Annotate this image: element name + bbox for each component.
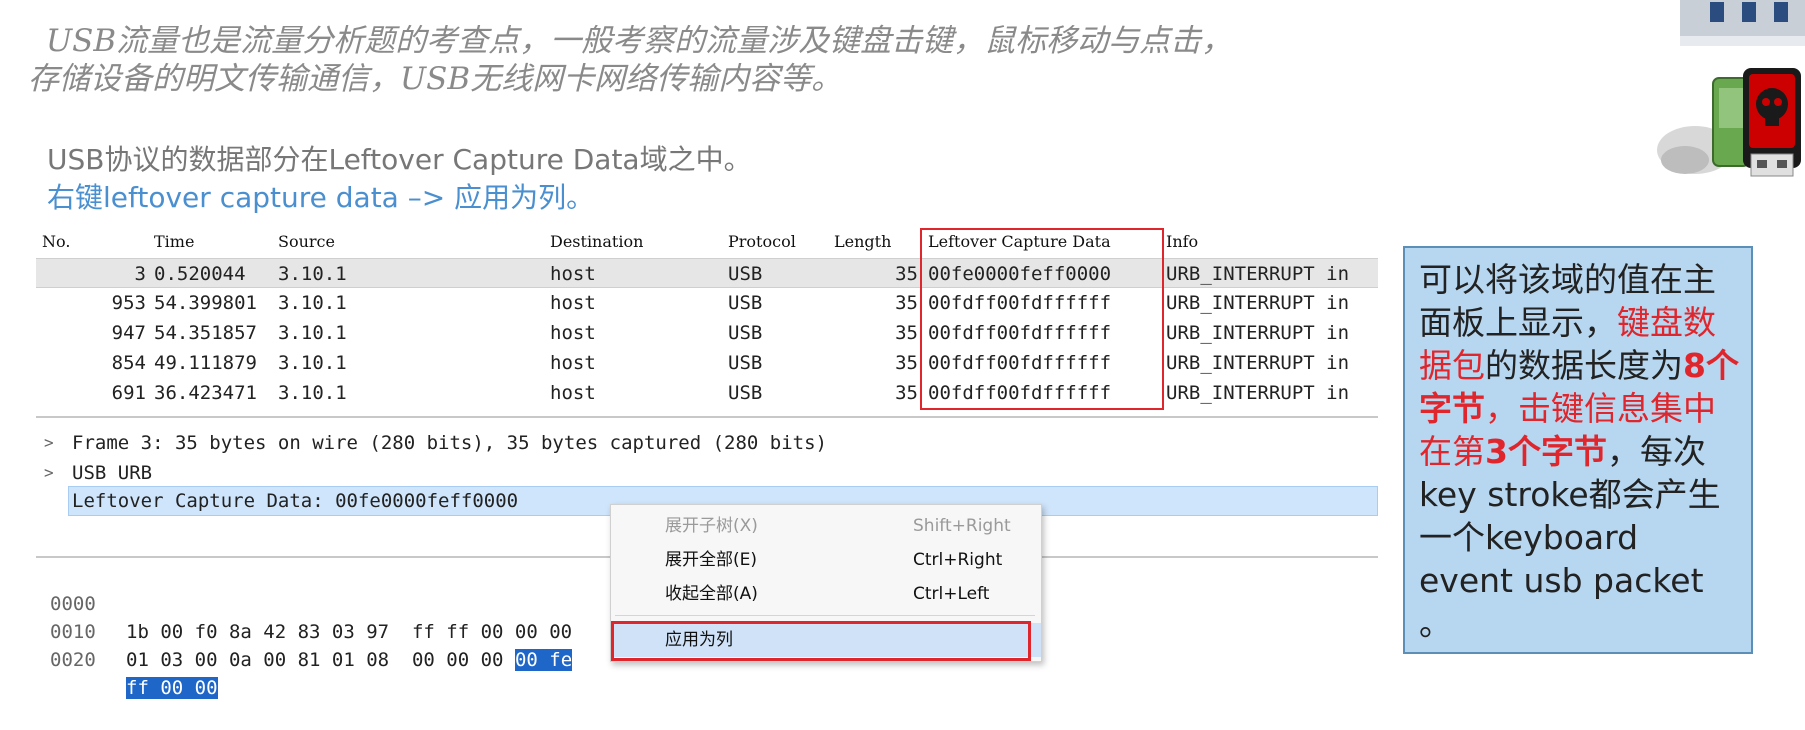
note-highlight-bold: 3个字节 [1485, 432, 1607, 471]
tree-item-label: USB URB [72, 462, 153, 484]
cell-length: 35 [895, 263, 918, 285]
cell-protocol: USB [728, 322, 763, 344]
cell-info: URB_INTERRUPT in [1166, 382, 1350, 404]
menu-item-expand-all[interactable]: 展开全部(E) Ctrl+Right [611, 543, 1041, 577]
column-header-no[interactable]: No. [42, 228, 70, 256]
intro-text: USB流量也是流量分析题的考查点，一般考察的流量涉及键盘击键，鼠标移动与点击， … [28, 22, 1328, 98]
tree-item-label: Leftover Capture Data: 00fe0000feff0000 [72, 490, 519, 512]
cell-destination: host [550, 263, 596, 285]
cell-source: 3.10.1 [278, 263, 347, 285]
bytes-row[interactable]: 0020 ff 00 00 [36, 618, 218, 699]
cell-length: 35 [895, 382, 918, 404]
column-header-length[interactable]: Length [834, 228, 891, 256]
cell-protocol: USB [728, 352, 763, 374]
packet-row[interactable]: 854 49.111879 3.10.1 host USB 35 00fdff0… [36, 348, 1378, 378]
cell-time: 36.423471 [154, 382, 257, 404]
leftover-column-highlight [920, 228, 1164, 410]
cell-destination: host [550, 382, 596, 404]
context-menu[interactable]: 展开子树(X) Shift+Right 展开全部(E) Ctrl+Right 收… [610, 504, 1042, 662]
cell-length: 35 [895, 322, 918, 344]
cell-time: 49.111879 [154, 352, 257, 374]
explanation-note: 可以将该域的值在主面板上显示，键盘数据包的数据长度为8个字节，击键信息集中在第3… [1403, 246, 1753, 654]
byte-offset: 0020 [50, 649, 96, 671]
cell-no: 691 [111, 382, 146, 404]
subtitle-line-2: 右键leftover capture data –> 应用为列。 [47, 181, 595, 214]
column-header-destination[interactable]: Destination [550, 228, 643, 256]
menu-item-label: 展开全部(E) [665, 550, 758, 570]
server-panel-image [1680, 0, 1805, 46]
intro-line-1: USB流量也是流量分析题的考查点，一般考察的流量涉及键盘击键，鼠标移动与点击， [46, 23, 1233, 59]
cell-time: 54.351857 [154, 322, 257, 344]
cell-info: URB_INTERRUPT in [1166, 322, 1350, 344]
byte-hex: 1b 00 f0 8a 42 83 03 97 ff ff 00 00 00 [126, 621, 573, 643]
expand-arrow-icon[interactable]: > [44, 458, 54, 488]
menu-separator [615, 615, 1035, 616]
usb-skull-image [1657, 68, 1801, 177]
cell-protocol: USB [728, 292, 763, 314]
column-header-protocol[interactable]: Protocol [728, 228, 796, 256]
cell-source: 3.10.1 [278, 292, 347, 314]
cell-source: 3.10.1 [278, 382, 347, 404]
menu-item-shortcut: Ctrl+Left [913, 584, 990, 604]
cell-info: URB_INTERRUPT in [1166, 263, 1350, 285]
menu-item-label: 收起全部(A) [665, 584, 758, 604]
cell-time: 0.520044 [154, 263, 246, 285]
column-header-info[interactable]: Info [1166, 228, 1198, 256]
cell-info: URB_INTERRUPT in [1166, 292, 1350, 314]
cell-no: 854 [111, 352, 146, 374]
note-highlight: ， [1485, 389, 1518, 428]
column-header-time[interactable]: Time [154, 228, 194, 256]
cell-time: 54.399801 [154, 292, 257, 314]
cell-no: 953 [111, 292, 146, 314]
bytes-row[interactable]: 0000 1b 00 f0 8a 42 83 03 97 ff ff 00 00… [36, 562, 572, 643]
cell-source: 3.10.1 [278, 322, 347, 344]
packet-row[interactable]: 691 36.423471 3.10.1 host USB 35 00fdff0… [36, 378, 1378, 408]
cell-length: 35 [895, 352, 918, 374]
cell-source: 3.10.1 [278, 352, 347, 374]
note-text: 的数据长度为 [1485, 346, 1683, 385]
menu-item-collapse-all[interactable]: 收起全部(A) Ctrl+Left [611, 577, 1041, 611]
cell-protocol: USB [728, 382, 763, 404]
packet-list[interactable]: No. Time Source Destination Protocol Len… [36, 228, 1378, 420]
menu-item-label: 展开子树(X) [665, 516, 758, 536]
cell-destination: host [550, 322, 596, 344]
subtitle-line-1: USB协议的数据部分在Leftover Capture Data域之中。 [47, 143, 752, 176]
menu-item-shortcut: Ctrl+Right [913, 550, 1003, 570]
cell-protocol: USB [728, 263, 763, 285]
byte-hex-highlighted: ff 00 00 [126, 677, 218, 699]
tree-item-label: Frame 3: 35 bytes on wire (280 bits), 35… [72, 432, 827, 454]
bytes-row[interactable]: 0010 01 03 00 0a 00 81 01 08 00 00 00 00… [36, 590, 573, 671]
column-header-source[interactable]: Source [278, 228, 335, 256]
packet-row[interactable]: 3 0.520044 3.10.1 host USB 35 00fe0000fe… [36, 258, 1378, 288]
pane-divider[interactable] [36, 416, 1378, 418]
cell-destination: host [550, 292, 596, 314]
byte-hex-highlighted: 00 fe [514, 649, 573, 671]
menu-item-shortcut: Shift+Right [913, 516, 1011, 536]
cell-info: URB_INTERRUPT in [1166, 352, 1350, 374]
packet-row[interactable]: 947 54.351857 3.10.1 host USB 35 00fdff0… [36, 318, 1378, 348]
cell-no: 947 [111, 322, 146, 344]
intro-line-2: 存储设备的明文传输通信，USB无线网卡网络传输内容等。 [28, 61, 843, 97]
apply-column-highlight [611, 621, 1031, 661]
expand-arrow-icon[interactable]: > [44, 428, 54, 458]
packet-row[interactable]: 953 54.399801 3.10.1 host USB 35 00fdff0… [36, 288, 1378, 318]
cell-destination: host [550, 352, 596, 374]
cell-no: 3 [134, 263, 146, 285]
menu-item-expand-subtree[interactable]: 展开子树(X) Shift+Right [611, 509, 1041, 543]
cell-length: 35 [895, 292, 918, 314]
byte-hex: 01 03 00 0a 00 81 01 08 00 00 00 [126, 649, 515, 671]
